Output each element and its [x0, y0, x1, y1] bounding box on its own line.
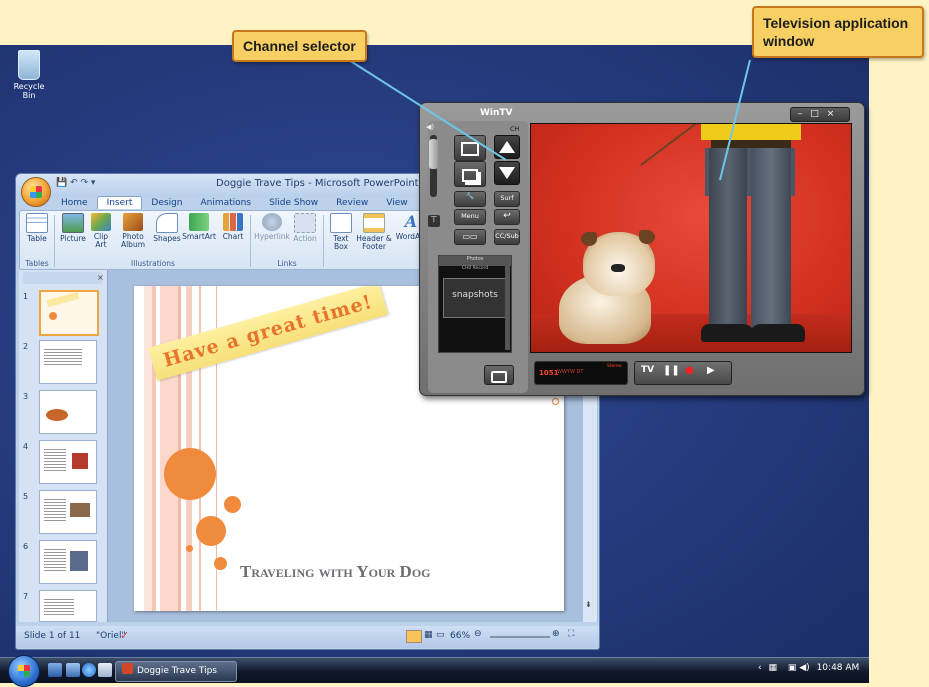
switch-windows-icon[interactable] [66, 663, 80, 677]
taskbar-item-powerpoint[interactable]: Doggie Trave Tips [115, 661, 237, 682]
system-tray: ‹ ▦ ▣ ◀) 10:48 AM [758, 663, 859, 673]
powerpoint-icon [122, 663, 133, 674]
tray-expand-icon[interactable]: ‹ [758, 663, 762, 673]
taskbar: Doggie Trave Tips ‹ ▦ ▣ ◀) 10:48 AM [0, 655, 869, 687]
media-icon[interactable] [98, 663, 112, 677]
start-button[interactable] [8, 655, 40, 687]
callout-tv-window: Television application window [752, 6, 924, 58]
tv-window-leader [719, 59, 751, 181]
clock[interactable]: 10:48 AM [817, 663, 860, 673]
taskbar-item-label: Doggie Trave Tips [137, 666, 217, 676]
windows-logo-icon [18, 665, 30, 677]
channel-selector-leader [329, 47, 507, 161]
callout-channel-selector: Channel selector [232, 30, 367, 62]
network-icon[interactable]: ▦ [768, 663, 777, 673]
callout-leader-lines [329, 47, 751, 181]
office-button[interactable] [21, 177, 51, 207]
show-desktop-icon[interactable] [48, 663, 62, 677]
tv-tray-icon[interactable]: ▣ [788, 663, 797, 673]
office-logo-icon [30, 186, 42, 198]
volume-tray-icon[interactable]: ◀) [799, 663, 809, 673]
internet-explorer-icon[interactable] [82, 663, 96, 677]
